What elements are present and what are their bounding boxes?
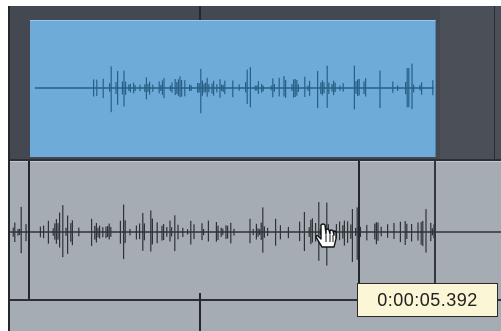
clip-waveform: [35, 63, 434, 114]
playhead-line: [199, 6, 201, 20]
hand-pointer-icon: [315, 223, 337, 248]
left-guide-line: [8, 6, 10, 331]
time-tooltip: 0:00:05.392: [357, 283, 498, 317]
track-waveform: [8, 202, 501, 266]
clip-start-marker: [28, 161, 30, 299]
clip-end-marker: [434, 161, 436, 299]
playhead-line: [199, 293, 201, 331]
snap-guide-line: [358, 161, 360, 299]
track-end-line: [494, 6, 495, 160]
audio-clip[interactable]: [30, 20, 436, 157]
lower-track[interactable]: [8, 161, 501, 299]
empty-track-region: [440, 6, 501, 160]
